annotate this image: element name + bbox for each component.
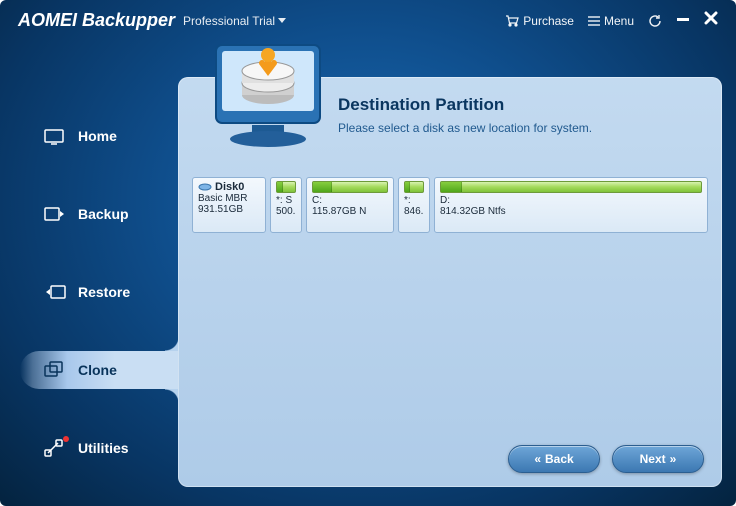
menu-label: Menu [604, 14, 634, 28]
disk-size: 931.51GB [198, 204, 260, 215]
partition-detail: 846. [404, 206, 424, 217]
footer: « Back Next » [508, 445, 704, 473]
partition-cell[interactable]: *: S500. [270, 177, 302, 233]
purchase-label: Purchase [523, 14, 574, 28]
purchase-button[interactable]: Purchase [505, 14, 574, 28]
partition-detail: 115.87GB N [312, 206, 388, 217]
utilities-icon [44, 439, 66, 457]
minimize-icon [676, 11, 690, 25]
sidebar-item-backup[interactable]: Backup [0, 195, 178, 233]
close-button[interactable] [704, 11, 718, 30]
sidebar-item-label: Backup [78, 206, 129, 222]
partition-label: *: S [276, 195, 296, 206]
body: Home Backup Restore Clone [0, 37, 736, 501]
notification-dot-icon [63, 436, 69, 442]
partition-label: D: [440, 195, 702, 206]
title-bar: AOMEI Backupper Professional Trial Purch… [0, 0, 736, 37]
sidebar-item-label: Clone [78, 362, 117, 378]
sidebar-item-label: Utilities [78, 440, 129, 456]
partition-cell[interactable]: D:814.32GB Ntfs [434, 177, 708, 233]
edition-dropdown[interactable]: Professional Trial [183, 14, 286, 28]
caret-down-icon [278, 18, 286, 23]
disk-header-cell[interactable]: Disk0 Basic MBR 931.51GB [192, 177, 266, 233]
partition-label: *: [404, 195, 424, 206]
main-panel: Destination Partition Please select a di… [178, 77, 722, 487]
next-label: Next [640, 452, 666, 466]
chevron-right-icon: » [670, 452, 677, 466]
sidebar-item-home[interactable]: Home [0, 117, 178, 155]
disk-row[interactable]: Disk0 Basic MBR 931.51GB *: S500.C:115.8… [192, 177, 708, 233]
edition-label: Professional Trial [183, 14, 275, 28]
partition-cell[interactable]: C:115.87GB N [306, 177, 394, 233]
back-button[interactable]: « Back [508, 445, 600, 473]
disk-type: Basic MBR [198, 193, 260, 204]
close-icon [704, 11, 718, 25]
minimize-button[interactable] [676, 11, 690, 30]
cart-icon [505, 15, 519, 27]
disk-list: Disk0 Basic MBR 931.51GB *: S500.C:115.8… [192, 177, 708, 233]
partition-detail: 814.32GB Ntfs [440, 206, 702, 217]
sidebar-item-utilities[interactable]: Utilities [0, 429, 178, 467]
disk-name: Disk0 [215, 181, 244, 193]
sidebar-item-clone[interactable]: Clone [20, 351, 178, 389]
chevron-left-icon: « [534, 452, 541, 466]
sidebar: Home Backup Restore Clone [0, 37, 178, 501]
sidebar-item-restore[interactable]: Restore [0, 273, 178, 311]
partition-detail: 500. [276, 206, 296, 217]
menu-icon [588, 16, 600, 26]
home-icon [44, 127, 66, 145]
sidebar-item-label: Restore [78, 284, 130, 300]
menu-button[interactable]: Menu [588, 14, 634, 28]
clone-icon [44, 361, 66, 379]
refresh-button[interactable] [648, 14, 662, 28]
disk-icon [198, 183, 212, 191]
next-button[interactable]: Next » [612, 445, 704, 473]
partition-label: C: [312, 195, 388, 206]
page-title: Destination Partition [338, 95, 700, 115]
app-title: AOMEI Backupper [18, 10, 175, 31]
refresh-icon [648, 14, 662, 28]
app-window: AOMEI Backupper Professional Trial Purch… [0, 0, 736, 506]
sidebar-item-label: Home [78, 128, 117, 144]
back-label: Back [545, 452, 574, 466]
monitor-illustration-icon [208, 43, 328, 158]
restore-icon [44, 283, 66, 301]
page-subtitle: Please select a disk as new location for… [338, 121, 700, 135]
partition-cell[interactable]: *:846. [398, 177, 430, 233]
backup-icon [44, 205, 66, 223]
